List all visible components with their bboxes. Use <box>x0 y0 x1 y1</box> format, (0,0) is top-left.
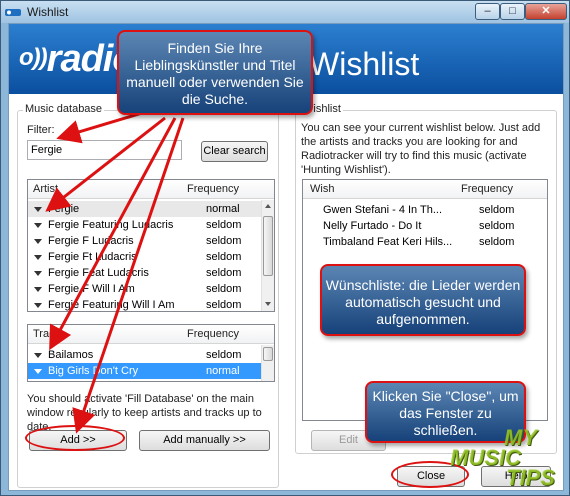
add-button-highlight <box>25 425 125 451</box>
watermark-logo: MY MUSIC TIPS <box>450 425 555 490</box>
arrow-to-artist <box>45 116 166 212</box>
search-tip-callout: Finden Sie Ihre Lieblingskünstler und Ti… <box>117 30 313 115</box>
arrow-to-add <box>72 117 185 434</box>
wishlist-tip-callout: Wünschliste: die Lieder werden automatis… <box>320 264 526 336</box>
arrow-to-track <box>49 117 177 351</box>
